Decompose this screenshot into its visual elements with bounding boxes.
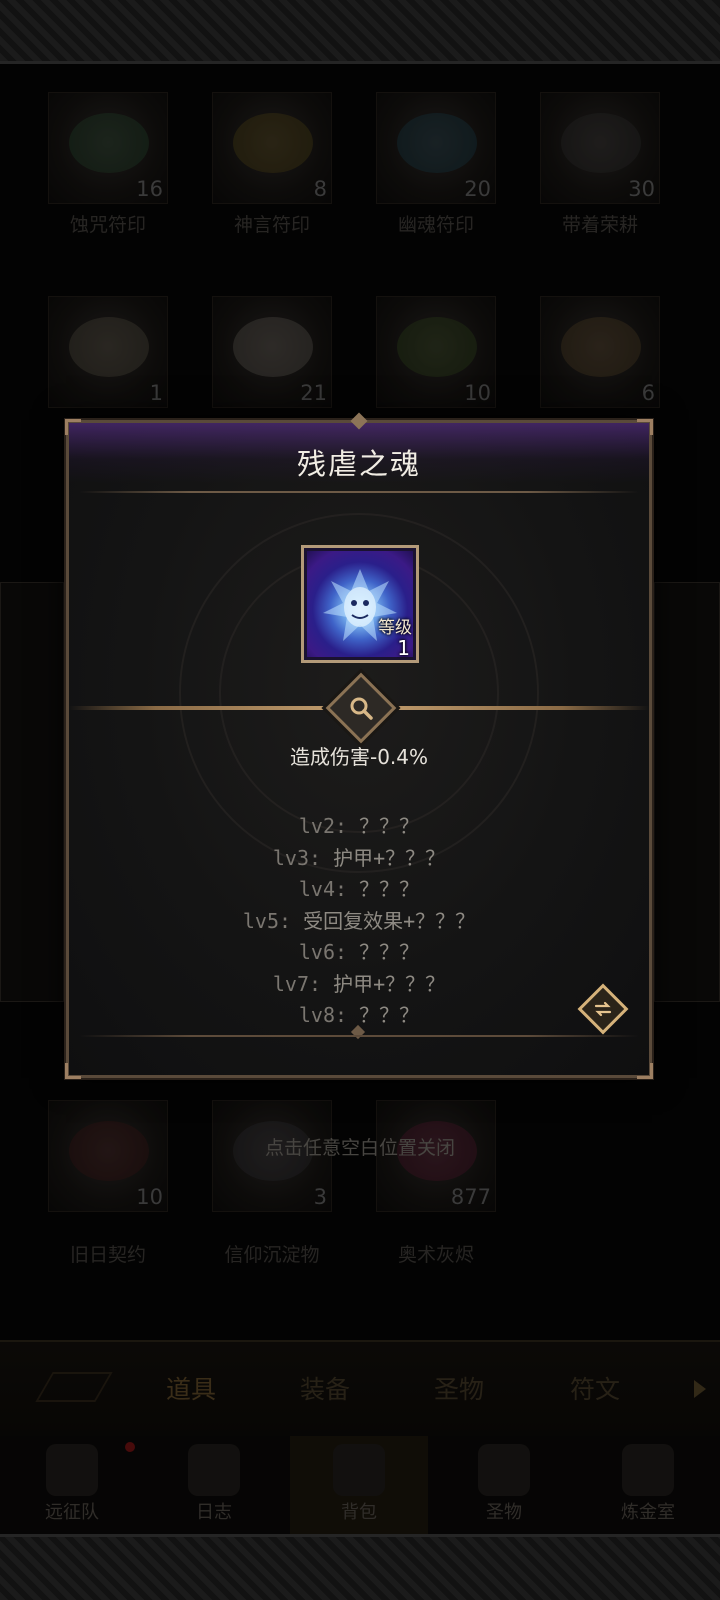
level-value: ？？？ bbox=[359, 940, 420, 964]
level-key: lv6: bbox=[298, 940, 348, 964]
bottom-divider bbox=[79, 1035, 639, 1037]
level-key: lv4: bbox=[298, 877, 348, 901]
level-bonus-row: lv3: 护甲+？？？ bbox=[69, 843, 649, 875]
magnifier-icon bbox=[350, 697, 373, 720]
level-key: lv3: bbox=[272, 845, 322, 870]
title-divider bbox=[79, 491, 639, 493]
level-key: lv7: bbox=[272, 971, 322, 996]
level-key: lv5: bbox=[242, 908, 292, 933]
level-value: ？？？ bbox=[359, 814, 420, 838]
level-bonus-row: lv6: ？？？ bbox=[69, 937, 649, 969]
dialog-title: 残虐之魂 bbox=[296, 447, 421, 481]
level-bonus-row: lv2: ？？？ bbox=[69, 811, 649, 843]
frame-corner bbox=[637, 419, 653, 435]
level-bonus-list: lv2: ？？？ lv3: 护甲+？？？ lv4: ？？？ lv5: 受回复效果… bbox=[69, 811, 649, 1032]
level-bonus-row: lv5: 受回复效果+？？？ bbox=[69, 906, 649, 938]
level-label: 等级 bbox=[378, 618, 412, 638]
level-value: ？？？ bbox=[359, 877, 420, 901]
level-value: 1 bbox=[397, 636, 410, 660]
swap-arrows-icon bbox=[594, 1001, 612, 1017]
level-value: 护甲+？？？ bbox=[333, 845, 446, 870]
level-bonus-row: lv4: ？？？ bbox=[69, 874, 649, 906]
item-effect: 造成伤害-0.4% bbox=[289, 745, 429, 769]
frame-corner bbox=[637, 1063, 653, 1079]
item-icon-frame: 等级 1 bbox=[301, 545, 419, 663]
level-value: ？？？ bbox=[359, 1003, 420, 1027]
frame-corner bbox=[65, 1063, 81, 1079]
level-value: 护甲+？？？ bbox=[333, 971, 446, 996]
level-key: lv8: bbox=[298, 1003, 348, 1027]
level-key: lv2: bbox=[298, 814, 348, 838]
item-detail-dialog: 残虐之魂 等级 1 造成伤害-0.4% lv2: ？？？ lv3: 护甲+？？？… bbox=[65, 412, 653, 1079]
level-bonus-row: lv7: 护甲+？？？ bbox=[69, 969, 649, 1001]
frame-corner bbox=[65, 419, 81, 435]
level-value: 受回复效果+？？？ bbox=[303, 908, 476, 933]
